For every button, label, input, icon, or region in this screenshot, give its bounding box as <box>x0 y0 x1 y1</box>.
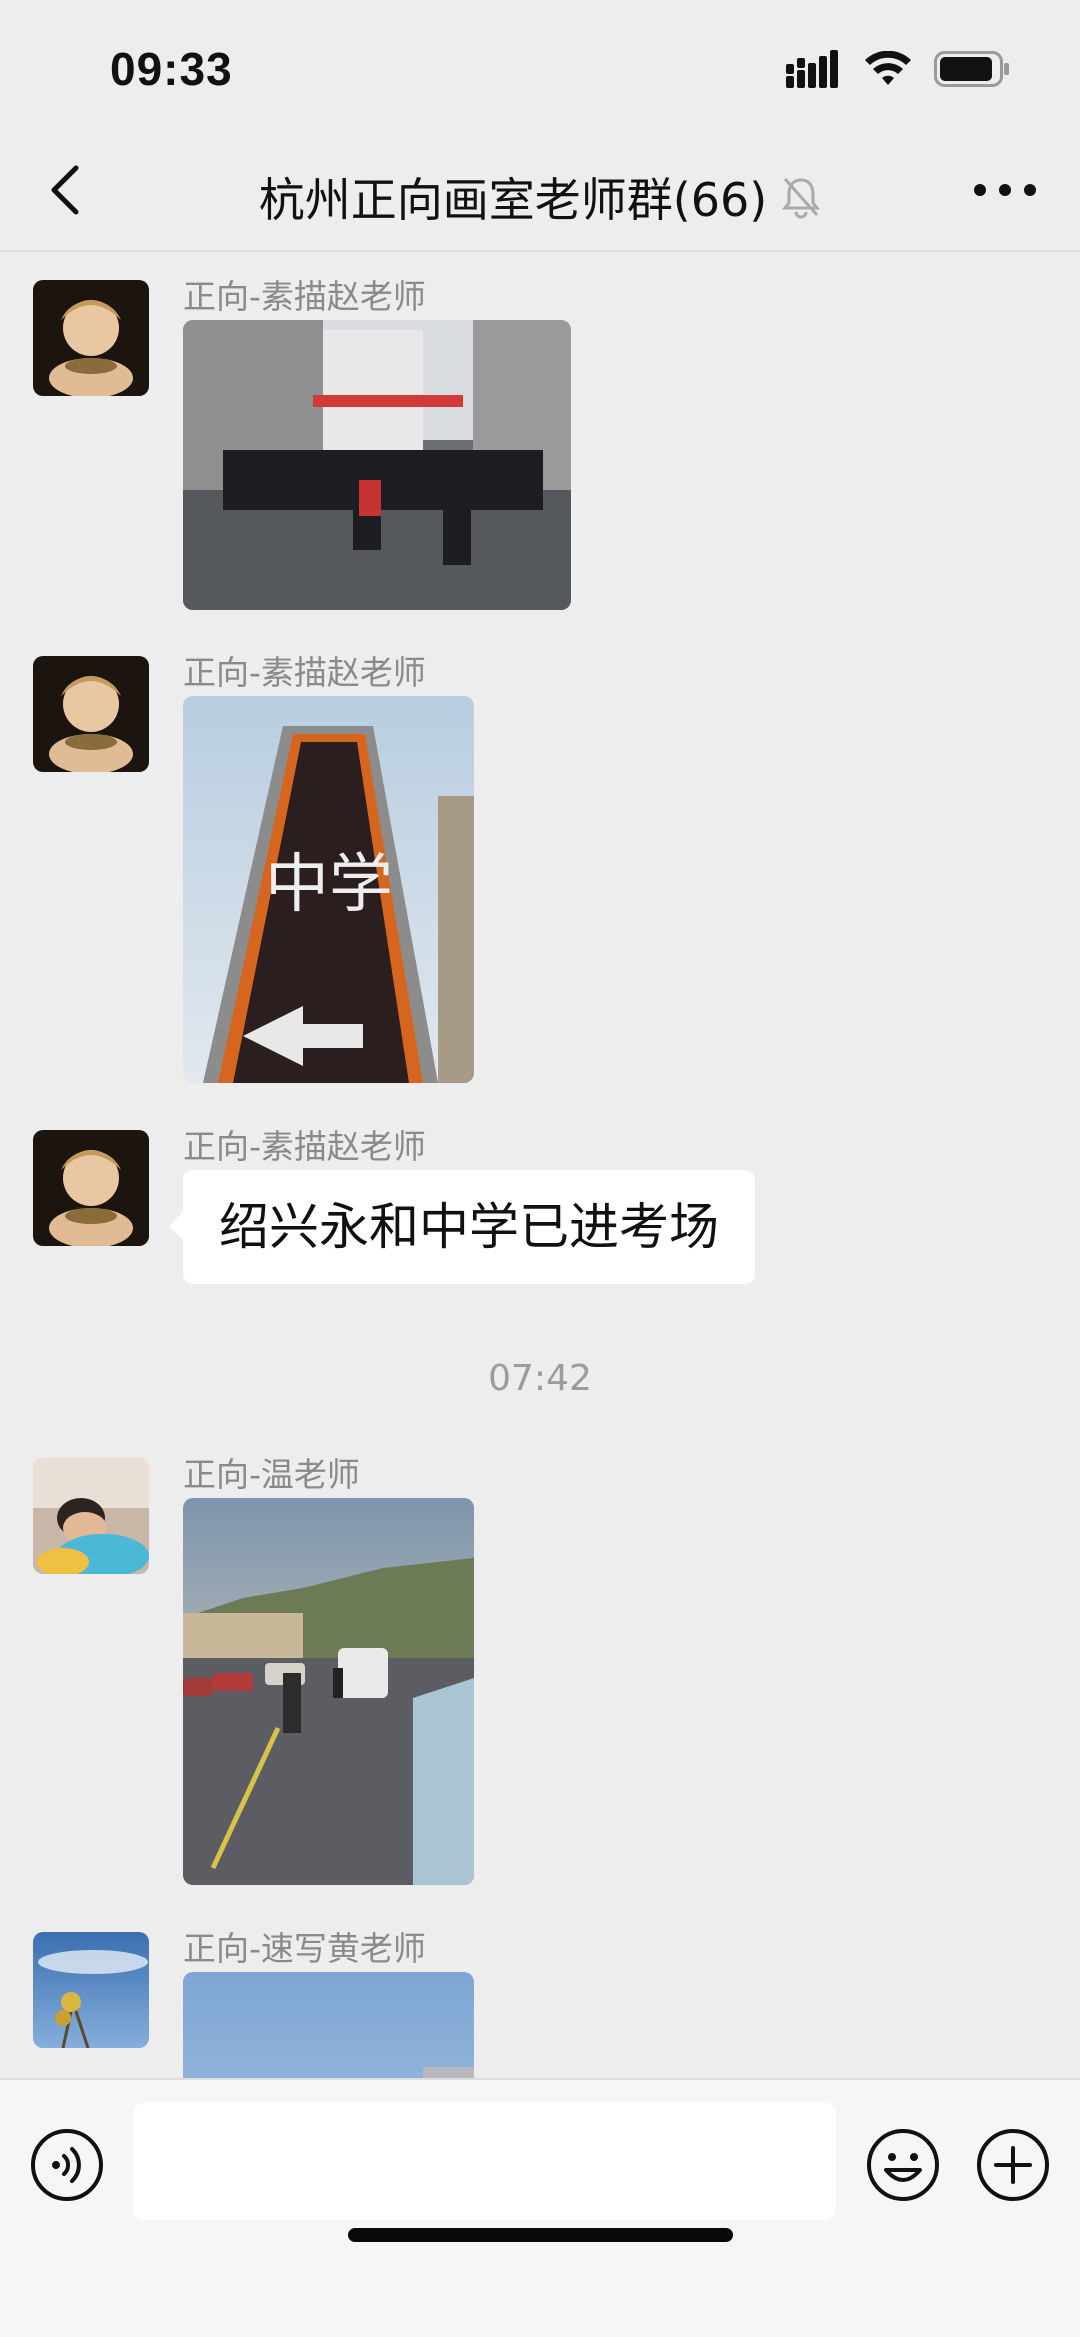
avatar-child-image <box>33 656 149 772</box>
avatar[interactable] <box>33 280 149 396</box>
timestamp: 07:42 <box>488 1358 592 1399</box>
sender-name: 正向-素描赵老师 <box>183 1127 426 1166</box>
message-input[interactable] <box>133 2102 836 2220</box>
image-message[interactable] <box>183 320 571 610</box>
sender-name: 正向-温老师 <box>183 1455 360 1494</box>
sky-photo <box>183 1972 474 2078</box>
chat-title-row: 杭州正向画室老师群(66) <box>0 164 1080 230</box>
avatar[interactable] <box>33 1932 149 2048</box>
image-message[interactable] <box>183 1498 474 1885</box>
sender-name: 正向-素描赵老师 <box>183 653 426 692</box>
image-message[interactable]: 中学 <box>183 696 474 1083</box>
wifi-icon <box>865 51 911 85</box>
avatar[interactable] <box>33 1458 149 1574</box>
emoji-icon[interactable] <box>866 2128 940 2202</box>
chat-message-list[interactable]: 正向-素描赵老师 正向-素描赵老师 中学 正向-素描赵老师 绍兴永和中学已进考场… <box>0 254 1080 2078</box>
status-time: 09:33 <box>110 43 233 95</box>
plus-icon[interactable] <box>976 2128 1050 2202</box>
status-icons <box>786 50 1010 88</box>
status-bar: 09:33 <box>0 0 1080 130</box>
school-sign-photo: 中学 <box>183 696 474 1083</box>
chat-title: 杭州正向画室老师群(66) <box>258 173 768 227</box>
road-parking-photo <box>183 1498 474 1885</box>
voice-icon[interactable] <box>30 2128 104 2202</box>
avatar-sky-tree-image <box>33 1932 149 2048</box>
avatar[interactable] <box>33 1130 149 1246</box>
cellular-signal-icon <box>786 50 838 88</box>
chat-header: 杭州正向画室老师群(66) <box>0 130 1080 252</box>
sign-text: 中学 <box>265 848 393 922</box>
street-crowd-photo <box>183 320 571 610</box>
sender-name: 正向-素描赵老师 <box>183 277 426 316</box>
battery-icon <box>934 51 1009 87</box>
image-message[interactable] <box>183 1972 474 2078</box>
avatar-child-image <box>33 280 149 396</box>
avatar-child-image <box>33 1130 149 1246</box>
more-icon[interactable] <box>970 170 1040 210</box>
avatar-sleeping-child-image <box>33 1458 149 1574</box>
avatar[interactable] <box>33 656 149 772</box>
home-indicator <box>348 2228 733 2242</box>
mute-bell-icon <box>782 178 821 219</box>
sender-name: 正向-速写黄老师 <box>183 1929 426 1968</box>
text-message-bubble[interactable]: 绍兴永和中学已进考场 <box>169 1170 755 1284</box>
input-toolbar <box>0 2078 1080 2337</box>
